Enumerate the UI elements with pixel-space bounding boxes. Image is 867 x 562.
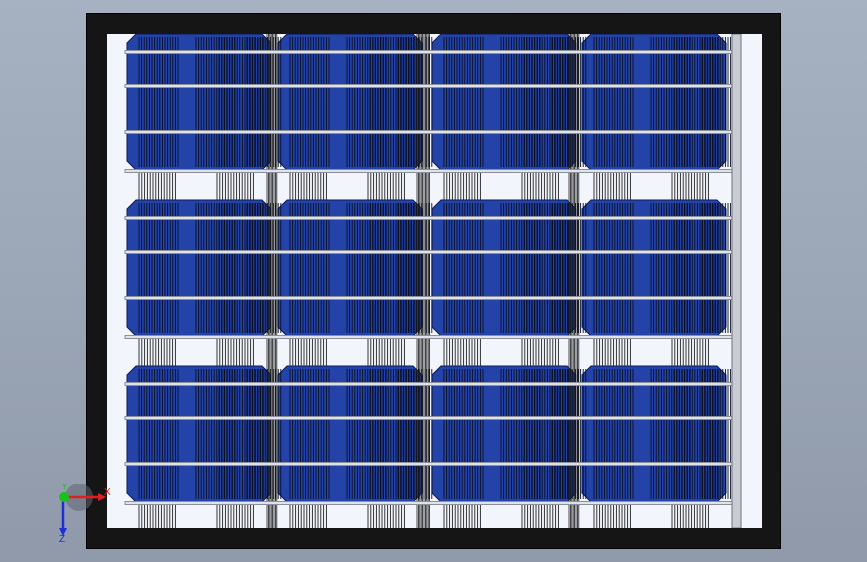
busbar: [124, 169, 733, 173]
solar-panel-frame[interactable]: [86, 13, 781, 549]
busbar: [124, 296, 733, 300]
y-axis-label: Y: [61, 484, 68, 492]
busbar: [124, 130, 733, 134]
busbar: [124, 501, 733, 505]
busbar: [124, 462, 733, 466]
busbar: [124, 335, 733, 339]
busbar: [124, 50, 733, 54]
graphics-viewport[interactable]: X Y Z: [0, 0, 867, 562]
solar-panel-model[interactable]: [107, 34, 762, 528]
junction-side-rail: [731, 34, 742, 528]
z-axis-label: Z: [59, 534, 65, 544]
x-axis-label: X: [104, 487, 111, 498]
coordinate-triad-icon[interactable]: X Y Z: [46, 484, 116, 544]
busbar: [124, 250, 733, 254]
busbar: [124, 84, 733, 88]
busbar: [124, 216, 733, 220]
y-axis-dot-icon: [59, 492, 69, 502]
busbar: [124, 416, 733, 420]
busbar: [124, 382, 733, 386]
